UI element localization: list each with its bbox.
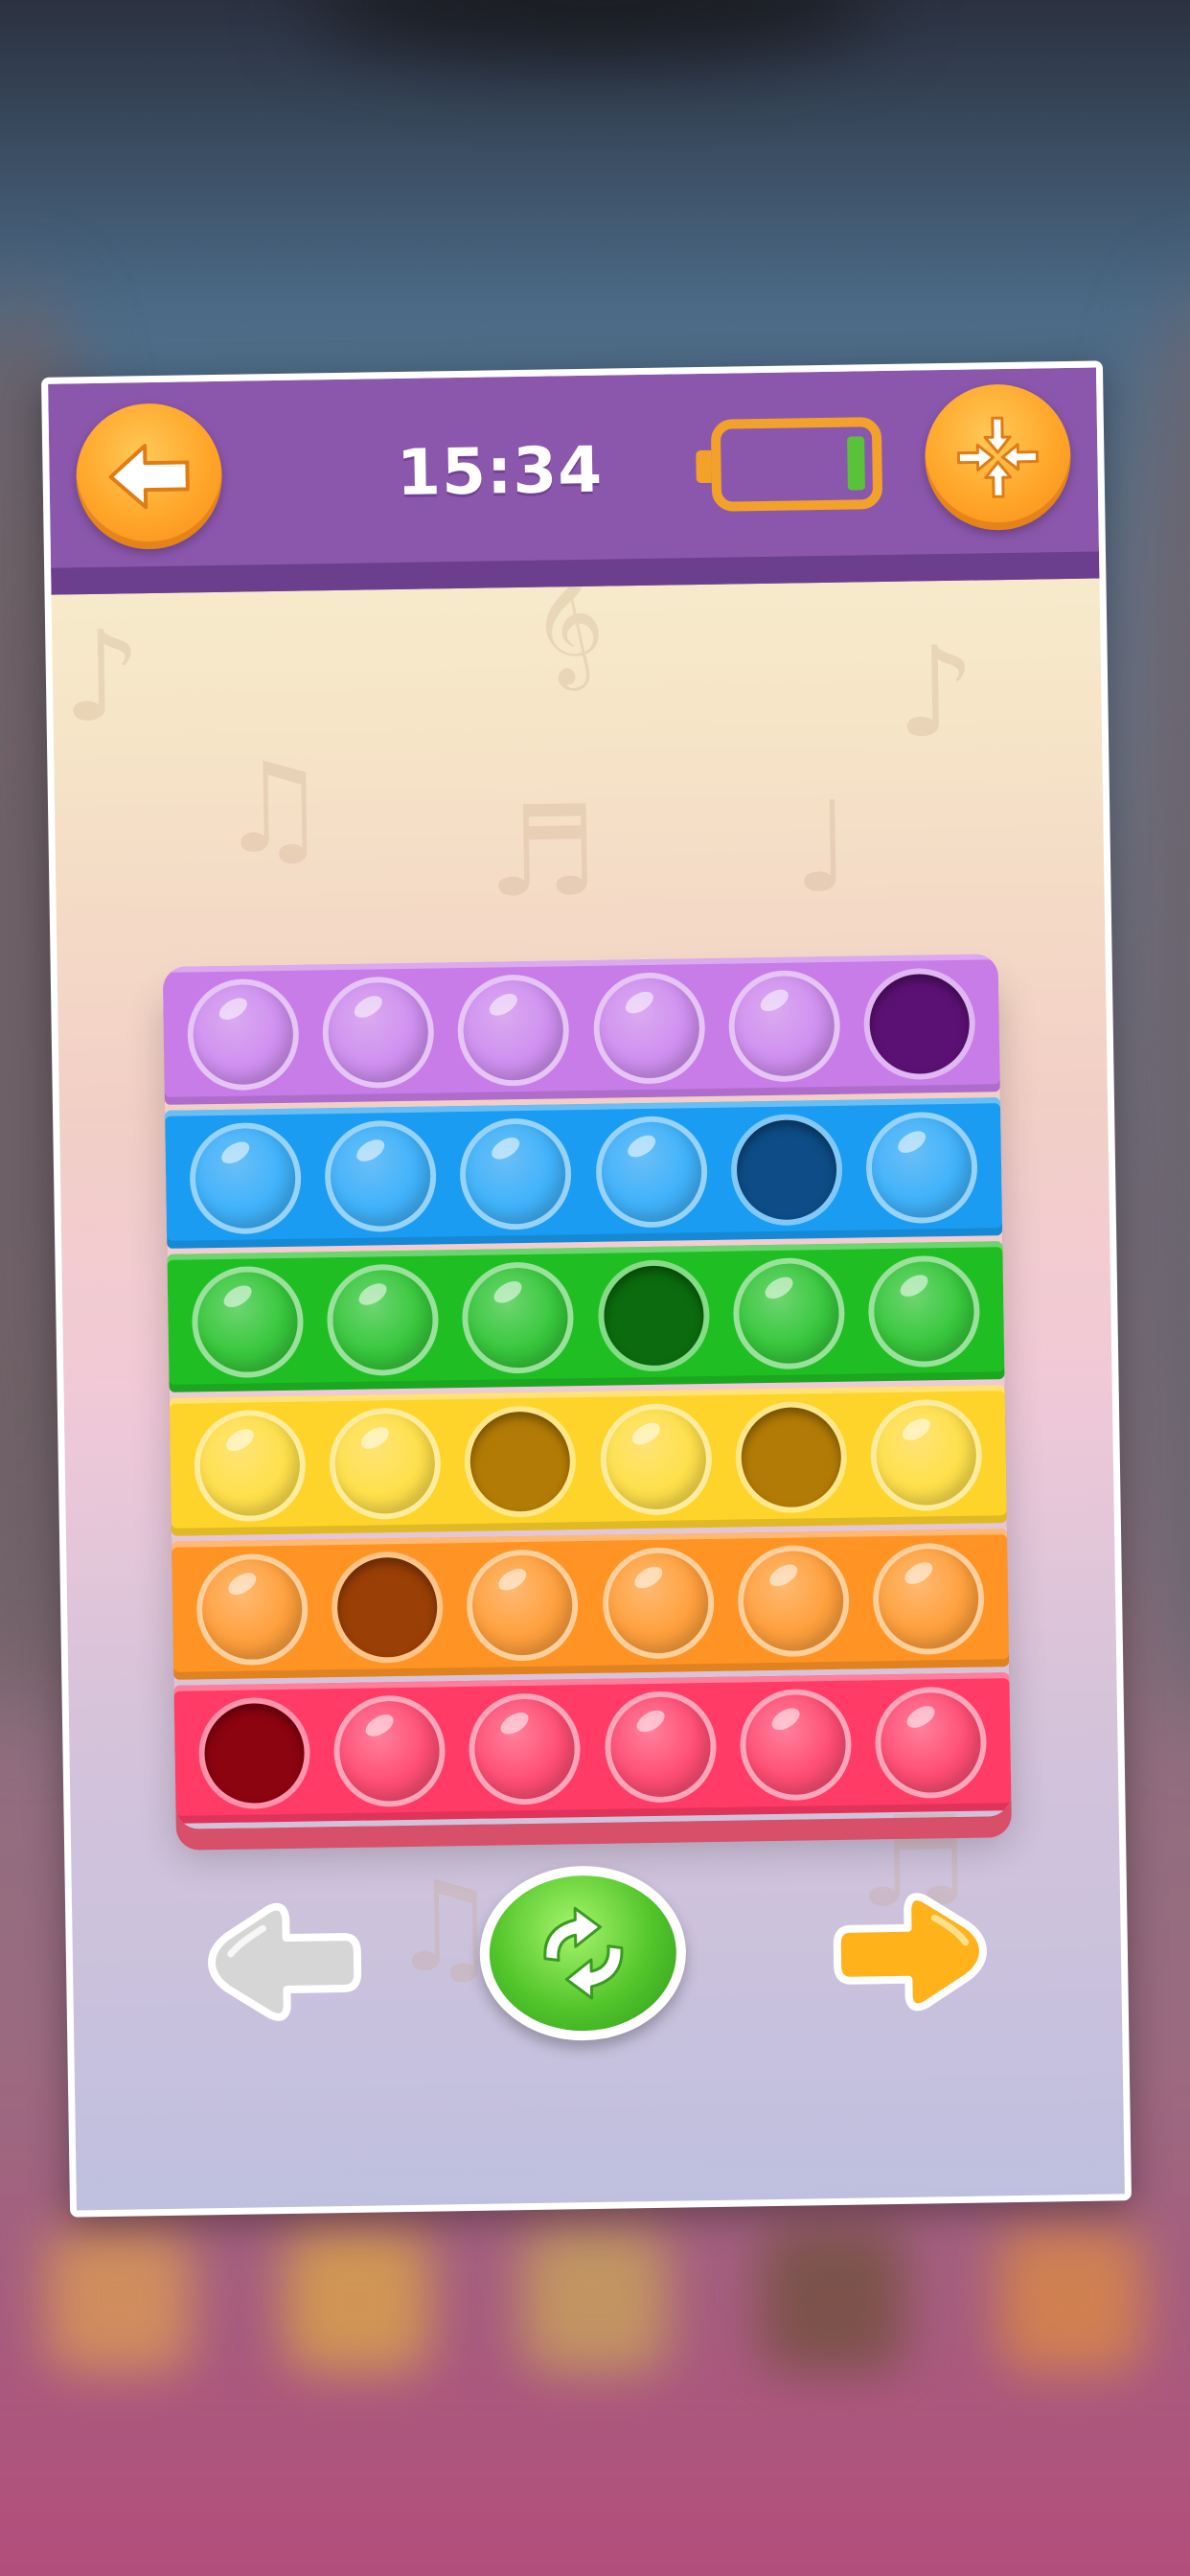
collapse-screen-button[interactable] bbox=[924, 382, 1072, 532]
popped-bubble[interactable] bbox=[603, 1265, 704, 1367]
previous-button[interactable] bbox=[201, 1898, 366, 2026]
next-button[interactable] bbox=[829, 1888, 994, 2015]
battery-icon bbox=[696, 417, 883, 512]
bubble[interactable] bbox=[338, 1700, 441, 1803]
bubble-row-purple bbox=[162, 954, 1000, 1105]
bubble[interactable] bbox=[198, 1414, 301, 1517]
music-notes-icon: ♬ bbox=[485, 777, 600, 926]
bubble[interactable] bbox=[474, 1698, 576, 1800]
popped-bubble[interactable] bbox=[469, 1411, 571, 1512]
popped-bubble[interactable] bbox=[740, 1406, 842, 1508]
arrow-left-icon bbox=[108, 444, 190, 510]
bubble[interactable] bbox=[738, 1262, 840, 1365]
bubble[interactable] bbox=[878, 1548, 980, 1650]
battery-level bbox=[847, 436, 865, 491]
music-note-icon: ♩ bbox=[791, 773, 854, 921]
bubble[interactable] bbox=[733, 975, 835, 1077]
popped-bubble[interactable] bbox=[736, 1118, 837, 1221]
battery-terminal bbox=[696, 449, 712, 484]
popped-bubble[interactable] bbox=[203, 1702, 306, 1805]
bubble[interactable] bbox=[743, 1550, 844, 1652]
bubble[interactable] bbox=[327, 981, 429, 1084]
clock: 15:34 bbox=[396, 432, 604, 510]
bubble[interactable] bbox=[196, 1271, 298, 1373]
bubble-row-green bbox=[167, 1241, 1005, 1392]
arrow-left-icon bbox=[207, 1902, 362, 2021]
bubble[interactable] bbox=[600, 1121, 702, 1223]
bubble[interactable] bbox=[871, 1116, 973, 1219]
music-note-icon: ♪ bbox=[895, 618, 977, 766]
music-note-icon: ♪ bbox=[60, 603, 144, 750]
bubble[interactable] bbox=[873, 1260, 975, 1363]
bubble[interactable] bbox=[609, 1696, 711, 1798]
popped-bubble[interactable] bbox=[336, 1556, 438, 1659]
bubble-row-blue bbox=[165, 1097, 1003, 1249]
bubble[interactable] bbox=[605, 1409, 707, 1510]
bubble[interactable] bbox=[471, 1554, 574, 1656]
bubble[interactable] bbox=[334, 1413, 436, 1515]
bubble[interactable] bbox=[598, 978, 700, 1079]
bubble[interactable] bbox=[744, 1693, 847, 1796]
back-button[interactable] bbox=[75, 402, 223, 551]
bubble[interactable] bbox=[876, 1404, 977, 1506]
collapse-arrows-icon bbox=[956, 416, 1039, 498]
bubble-row-yellow bbox=[169, 1385, 1007, 1536]
bubble[interactable] bbox=[194, 1127, 296, 1230]
bubble[interactable] bbox=[330, 1125, 431, 1228]
pop-it-board bbox=[162, 954, 1012, 1829]
refresh-button[interactable] bbox=[478, 1864, 688, 2042]
bubble[interactable] bbox=[192, 983, 294, 1086]
game-area: ♪ 𝄞 ♪ ♫ ♬ ♩ ♫ ♬ 15:34 bbox=[48, 367, 1125, 2211]
bubble-row-red bbox=[173, 1672, 1012, 1824]
top-bar: 15:34 bbox=[48, 367, 1100, 595]
music-notes-icon: ♫ bbox=[216, 734, 331, 882]
bubble-row-orange bbox=[172, 1529, 1010, 1680]
popped-bubble[interactable] bbox=[869, 973, 971, 1075]
game-card: ♪ 𝄞 ♪ ♫ ♬ ♩ ♫ ♬ 15:34 bbox=[40, 360, 1133, 2218]
bubble[interactable] bbox=[880, 1691, 982, 1794]
arrow-right-icon bbox=[833, 1893, 987, 2012]
bubble[interactable] bbox=[606, 1552, 709, 1654]
bubble[interactable] bbox=[201, 1558, 303, 1661]
bubble[interactable] bbox=[465, 1123, 567, 1225]
refresh-icon bbox=[542, 1906, 623, 2000]
bubble[interactable] bbox=[332, 1269, 434, 1371]
bubble[interactable] bbox=[467, 1267, 569, 1368]
bubble[interactable] bbox=[463, 979, 564, 1081]
